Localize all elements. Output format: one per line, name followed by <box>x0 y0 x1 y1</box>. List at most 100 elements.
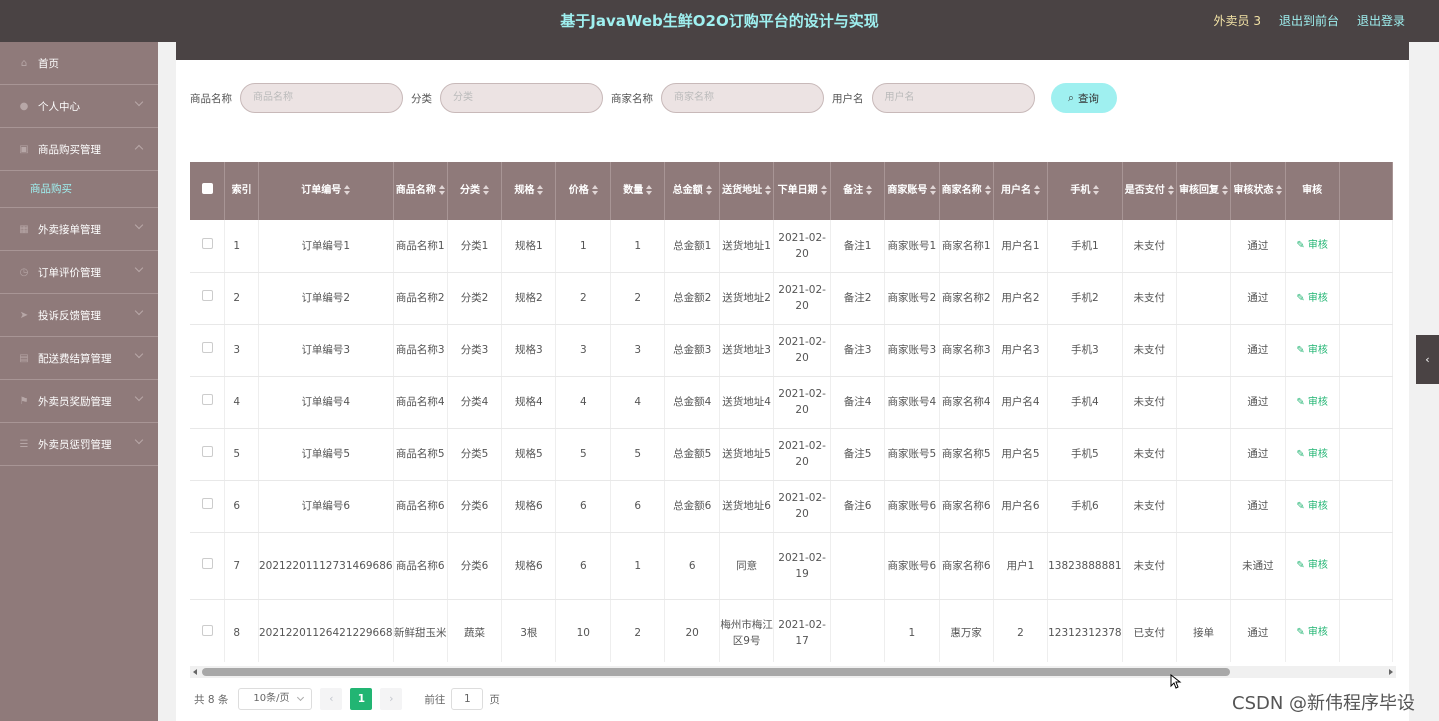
column-header[interactable]: 价格 <box>555 162 612 220</box>
collapse-panel-button[interactable]: ‹ <box>1416 335 1439 384</box>
sidebar-item-purchase[interactable]: ▣ 商品购买管理 <box>0 128 158 171</box>
row-checkbox-cell[interactable] <box>190 532 226 600</box>
submenu-item-purchase[interactable]: 商品购买 <box>0 171 158 208</box>
row-checkbox[interactable] <box>201 394 213 405</box>
row-checkbox[interactable] <box>201 557 213 569</box>
table-row[interactable]: 7 20212201112731469686 商品名称6 分类6 规格6 6 1 6 同意 202… <box>190 532 1393 600</box>
column-header[interactable]: 商品名称 <box>393 162 448 220</box>
sort-icon[interactable] <box>984 185 991 195</box>
column-header[interactable]: 总金额 <box>664 162 720 220</box>
audit-button[interactable]: ✎ 审核 <box>1296 240 1328 251</box>
table-row[interactable]: 8 20212201126421229668 新鲜甜玉米 蔬菜 3根 10 2 20 梅州市梅江… <box>190 599 1393 662</box>
audit-button[interactable]: ✎ 审核 <box>1296 397 1328 408</box>
username-input[interactable]: 用户名 <box>871 83 1035 113</box>
column-header[interactable]: 是否支付 <box>1122 162 1177 220</box>
column-header[interactable]: 下单日期 <box>773 162 831 220</box>
sidebar-item-rewards[interactable]: ⚑ 外卖员奖励管理 <box>0 380 158 423</box>
table-row[interactable]: 2 订单编号2 商品名称2 分类2 规格2 2 2 总金额2 送货地址2 2021-02-20 备注… <box>190 272 1393 325</box>
sort-icon[interactable] <box>1167 185 1174 195</box>
sort-icon[interactable] <box>344 185 351 195</box>
sort-icon[interactable] <box>483 185 490 195</box>
prev-page-button[interactable]: ‹ <box>320 688 343 710</box>
column-header[interactable]: 审核回复 <box>1176 162 1232 220</box>
sort-icon[interactable] <box>1093 185 1100 195</box>
row-checkbox[interactable] <box>201 498 213 509</box>
sort-icon[interactable] <box>820 185 827 195</box>
column-header[interactable]: 规格 <box>501 162 557 220</box>
column-header[interactable]: 备注 <box>830 162 886 220</box>
sidebar-item-delivery-orders[interactable]: ▦ 外卖接单管理 <box>0 208 158 251</box>
table-cell: 手机3 <box>1047 324 1123 377</box>
select-all-checkbox-cell[interactable] <box>190 162 226 220</box>
sort-icon[interactable] <box>646 185 653 195</box>
row-checkbox[interactable] <box>201 237 213 249</box>
row-checkbox-cell[interactable] <box>190 599 226 662</box>
merchant-name-input[interactable]: 商家名称 <box>661 83 824 113</box>
column-header[interactable]: 审核 <box>1285 162 1340 220</box>
select-all-checkbox[interactable] <box>201 182 213 194</box>
column-header[interactable]: 数量 <box>610 162 666 220</box>
row-checkbox[interactable] <box>201 446 213 457</box>
scroll-left-icon[interactable] <box>193 669 197 675</box>
sort-icon[interactable] <box>1276 185 1283 195</box>
audit-button[interactable]: ✎ 审核 <box>1296 293 1328 304</box>
scroll-right-icon[interactable] <box>1389 669 1393 675</box>
row-checkbox[interactable] <box>201 290 213 301</box>
horizontal-scrollbar[interactable] <box>190 666 1396 678</box>
sort-icon[interactable] <box>591 185 598 195</box>
column-header[interactable]: 送货地址 <box>719 162 775 220</box>
exit-to-front-link[interactable]: 退出到前台 <box>1279 0 1339 42</box>
sidebar-item-settlement[interactable]: ▤ 配送费结算管理 <box>0 337 158 380</box>
logout-link[interactable]: 退出登录 <box>1357 0 1405 42</box>
edit-icon: ✎ <box>1296 344 1308 356</box>
sort-icon[interactable] <box>866 185 873 195</box>
table-row[interactable]: 6 订单编号6 商品名称6 分类6 规格6 6 6 总金额6 送货地址6 2021-02-20 备注… <box>190 480 1393 533</box>
sidebar: ⌂ 首页 ● 个人中心 ▣ 商品购买管理 商品购买 ▦ 外卖接单管理 ◷ 订单评… <box>0 42 158 721</box>
sort-icon[interactable] <box>930 185 937 195</box>
next-page-button[interactable]: › <box>380 688 403 710</box>
row-checkbox-cell[interactable] <box>190 428 226 481</box>
audit-button[interactable]: ✎ 审核 <box>1296 345 1328 356</box>
audit-button[interactable]: ✎ 审核 <box>1296 501 1328 512</box>
query-button[interactable]: ⌕ 查询 <box>1050 83 1117 113</box>
row-checkbox-cell[interactable] <box>190 376 226 429</box>
column-header[interactable]: 分类 <box>447 162 503 220</box>
sort-icon[interactable] <box>705 185 712 195</box>
audit-button[interactable]: ✎ 审核 <box>1296 449 1328 460</box>
row-checkbox[interactable] <box>201 624 213 636</box>
goto-page-input[interactable]: 1 <box>451 688 484 710</box>
sort-icon[interactable] <box>438 185 445 195</box>
page-size-select[interactable]: 10条/页 <box>238 688 313 710</box>
sort-icon[interactable] <box>537 185 544 195</box>
column-header[interactable]: 商家名称 <box>939 162 994 220</box>
row-checkbox[interactable] <box>201 342 213 353</box>
product-name-input[interactable]: 商品名称 <box>240 83 403 113</box>
column-header[interactable]: 商家账号 <box>884 162 940 220</box>
row-checkbox-cell[interactable] <box>190 324 226 377</box>
row-checkbox-cell[interactable] <box>190 272 226 325</box>
sort-icon[interactable] <box>1033 185 1040 195</box>
column-header[interactable]: 审核状态 <box>1230 162 1286 220</box>
page-number-current[interactable]: 1 <box>350 688 373 710</box>
table-row[interactable]: 5 订单编号5 商品名称5 分类5 规格5 5 5 总金额5 送货地址5 2021-02-20 备注… <box>190 428 1393 481</box>
sort-icon[interactable] <box>765 185 772 195</box>
column-header[interactable]: 手机 <box>1047 162 1123 220</box>
row-checkbox-cell[interactable] <box>190 220 226 273</box>
column-header[interactable]: 订单编号 <box>258 162 394 220</box>
sort-icon[interactable] <box>1222 185 1229 195</box>
category-input[interactable]: 分类 <box>440 83 603 113</box>
sidebar-item-complaints[interactable]: ➤ 投诉反馈管理 <box>0 294 158 337</box>
table-row[interactable]: 3 订单编号3 商品名称3 分类3 规格3 3 3 总金额3 送货地址3 2021-02-20 备注… <box>190 324 1393 377</box>
sidebar-item-profile[interactable]: ● 个人中心 <box>0 85 158 128</box>
audit-button[interactable]: ✎ 审核 <box>1296 560 1328 571</box>
table-cell: 1 <box>610 220 666 273</box>
row-checkbox-cell[interactable] <box>190 480 226 533</box>
table-row[interactable]: 4 订单编号4 商品名称4 分类4 规格4 4 4 总金额4 送货地址4 2021-02-20 备注… <box>190 376 1393 429</box>
sidebar-item-reviews[interactable]: ◷ 订单评价管理 <box>0 251 158 294</box>
sidebar-item-penalties[interactable]: ☰ 外卖员惩罚管理 <box>0 423 158 466</box>
table-row[interactable]: 1 订单编号1 商品名称1 分类1 规格1 1 1 总金额1 送货地址1 2021-02-20 备注… <box>190 220 1393 273</box>
sidebar-item-home[interactable]: ⌂ 首页 <box>0 42 158 85</box>
audit-button[interactable]: ✎ 审核 <box>1296 627 1328 638</box>
scrollbar-thumb[interactable] <box>202 668 1230 676</box>
column-header[interactable]: 用户名 <box>993 162 1049 220</box>
